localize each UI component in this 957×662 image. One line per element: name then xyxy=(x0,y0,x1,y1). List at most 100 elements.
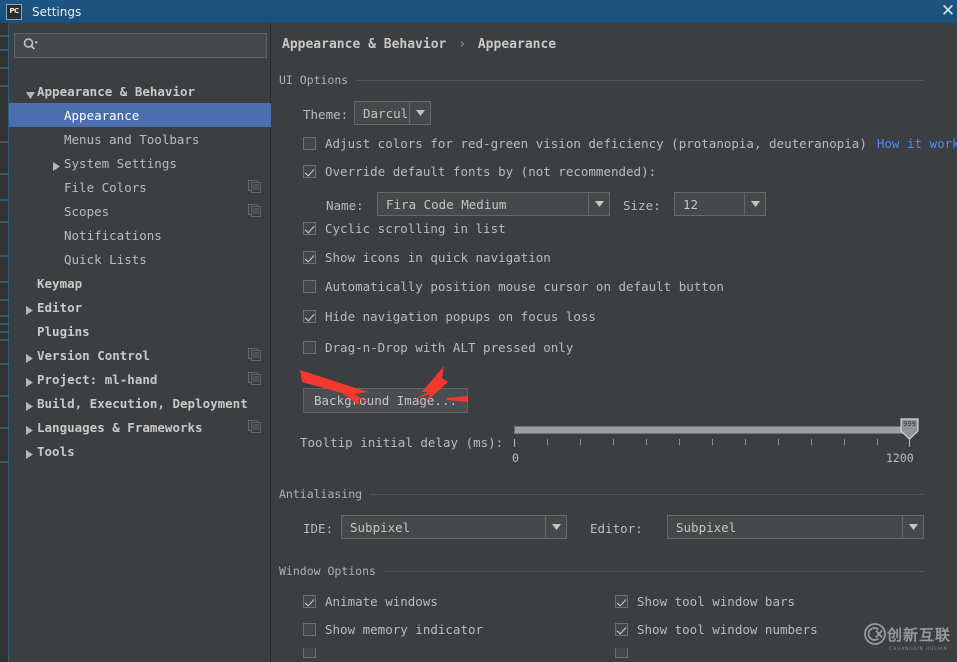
how-it-works-link[interactable]: How it works xyxy=(877,136,957,151)
group-header-window-options: Window Options xyxy=(279,564,924,578)
theme-value: Darcula xyxy=(363,105,409,121)
pycharm-icon: PC xyxy=(6,3,22,20)
title-bar: PC Settings ✕ xyxy=(0,0,957,23)
checkbox-automatically-position-mouse-cursor-on-default-button[interactable] xyxy=(303,280,316,293)
sidebar-item-appearance[interactable]: Appearance xyxy=(9,103,271,127)
watermark-cx-icon xyxy=(864,623,886,645)
window-title: Settings xyxy=(32,4,82,19)
chevron-right-icon[interactable] xyxy=(23,372,37,387)
checkbox-row-show-tool-window-bars[interactable]: Show tool window bars xyxy=(615,594,795,609)
clipped-checkbox-row-right[interactable] xyxy=(615,648,645,659)
settings-dialog: PC Settings ✕ Appearance & Behavior Appe… xyxy=(0,0,957,662)
divider xyxy=(356,79,924,81)
chevron-right-icon[interactable] xyxy=(23,348,37,363)
tooltip-delay-slider-track[interactable] xyxy=(514,426,909,434)
checkbox-show-memory-indicator[interactable] xyxy=(303,623,316,636)
checkbox-show-tool-window-bars[interactable] xyxy=(615,595,628,608)
watermark-logo: 创新互联 CHUANGXIN HULIAN xyxy=(863,622,955,660)
sidebar-item-label: Notifications xyxy=(64,227,162,243)
chevron-right-icon[interactable] xyxy=(23,444,37,459)
sidebar-item-editor[interactable]: Editor xyxy=(9,295,271,319)
checkbox-row-show-tool-window-numbers[interactable]: Show tool window numbers xyxy=(615,622,818,637)
checkbox-row-cyclic-scrolling-in-list[interactable]: Cyclic scrolling in list xyxy=(303,221,506,236)
sidebar-item-build-execution-deployment[interactable]: Build, Execution, Deployment xyxy=(9,391,271,415)
breadcrumb-parent[interactable]: Appearance & Behavior xyxy=(282,37,446,52)
checkbox-show-icons-in-quick-navigation[interactable] xyxy=(303,251,316,264)
copy-settings-icon[interactable] xyxy=(248,180,261,193)
clipped-checkbox[interactable] xyxy=(615,648,628,658)
sidebar-item-file-colors[interactable]: File Colors xyxy=(9,175,271,199)
checkbox-label: Show tool window bars xyxy=(637,594,796,609)
antialiasing-editor-combo[interactable]: Subpixel xyxy=(667,515,924,539)
sidebar-item-version-control[interactable]: Version Control xyxy=(9,343,271,367)
adjust-colors-checkbox[interactable] xyxy=(303,137,316,150)
sidebar-item-scopes[interactable]: Scopes xyxy=(9,199,271,223)
copy-settings-icon[interactable] xyxy=(248,372,261,385)
antialiasing-ide-combo[interactable]: Subpixel xyxy=(341,515,567,539)
copy-settings-icon[interactable] xyxy=(248,348,261,361)
sidebar-item-plugins[interactable]: Plugins xyxy=(9,319,271,343)
search-icon xyxy=(23,36,38,55)
font-name-combo[interactable]: Fira Code Medium xyxy=(377,192,610,216)
font-size-combo[interactable]: 12 xyxy=(674,192,766,216)
background-image-button[interactable]: Background Image... xyxy=(303,388,468,413)
chevron-down-icon xyxy=(744,193,765,215)
tooltip-delay-slider-thumb[interactable]: 999 xyxy=(900,418,919,440)
sidebar-item-appearance-behavior[interactable]: Appearance & Behavior xyxy=(9,79,271,103)
breadcrumb-current: Appearance xyxy=(477,37,557,52)
editor-bleed-strip xyxy=(0,23,9,662)
checkbox-cyclic-scrolling-in-list[interactable] xyxy=(303,222,316,235)
sidebar-item-label: Menus and Toolbars xyxy=(64,131,200,147)
checkbox-row-automatically-position-mouse-cursor-on-default-button[interactable]: Automatically position mouse cursor on d… xyxy=(303,279,724,294)
group-header-antialiasing: Antialiasing xyxy=(279,487,924,501)
checkbox-animate-windows[interactable] xyxy=(303,595,316,608)
close-icon[interactable]: ✕ xyxy=(937,2,957,20)
antialiasing-ide-label: IDE: xyxy=(303,521,334,536)
settings-tree: Appearance & Behavior Appearance Menus and… xyxy=(9,79,271,463)
override-fonts-checkbox[interactable] xyxy=(303,165,316,178)
search-input[interactable] xyxy=(38,37,266,54)
checkbox-row-animate-windows[interactable]: Animate windows xyxy=(303,594,438,609)
checkbox-row-show-icons-in-quick-navigation[interactable]: Show icons in quick navigation xyxy=(303,250,551,265)
theme-combo[interactable]: Darcula xyxy=(354,101,431,125)
chevron-down-icon[interactable] xyxy=(23,84,37,99)
tooltip-delay-label: Tooltip initial delay (ms): xyxy=(300,435,504,450)
sidebar-item-label: Appearance xyxy=(64,107,140,123)
font-name-label: Name: xyxy=(326,198,364,213)
sidebar-item-tools[interactable]: Tools xyxy=(9,439,271,463)
chevron-right-icon[interactable] xyxy=(23,396,37,411)
chevron-right-icon[interactable] xyxy=(23,420,37,435)
chevron-down-icon xyxy=(902,516,923,538)
override-fonts-row[interactable]: Override default fonts by (not recommend… xyxy=(303,164,656,179)
group-header-ui-options: UI Options xyxy=(279,73,924,87)
sidebar-item-label: Tools xyxy=(37,443,75,459)
copy-settings-icon[interactable] xyxy=(248,420,261,433)
checkbox-row-hide-navigation-popups-on-focus-loss[interactable]: Hide navigation popups on focus loss xyxy=(303,309,596,324)
sidebar-item-notifications[interactable]: Notifications xyxy=(9,223,271,247)
chevron-down-icon xyxy=(545,516,566,538)
chevron-right-icon[interactable] xyxy=(23,300,37,315)
sidebar-item-project-ml-hand[interactable]: Project: ml-hand xyxy=(9,367,271,391)
checkbox-show-tool-window-numbers[interactable] xyxy=(615,623,628,636)
clipped-checkbox-row-left[interactable] xyxy=(303,648,333,659)
checkbox-row-show-memory-indicator[interactable]: Show memory indicator xyxy=(303,622,483,637)
checkbox-row-drag-n-drop-with-alt-pressed-only[interactable]: Drag-n-Drop with ALT pressed only xyxy=(303,340,573,355)
override-fonts-label: Override default fonts by (not recommend… xyxy=(325,164,657,179)
sidebar-item-keymap[interactable]: Keymap xyxy=(9,271,271,295)
search-field[interactable] xyxy=(14,33,267,58)
checkbox-hide-navigation-popups-on-focus-loss[interactable] xyxy=(303,310,316,323)
sidebar-item-quick-lists[interactable]: Quick Lists xyxy=(9,247,271,271)
sidebar-item-menus-and-toolbars[interactable]: Menus and Toolbars xyxy=(9,127,271,151)
antialiasing-editor-value: Subpixel xyxy=(676,519,737,535)
adjust-colors-row[interactable]: Adjust colors for red-green vision defic… xyxy=(303,136,957,151)
sidebar-item-languages-frameworks[interactable]: Languages & Frameworks xyxy=(9,415,271,439)
chevron-right-icon[interactable] xyxy=(50,156,64,171)
settings-main-panel: Appearance & Behavior › Appearance UI Op… xyxy=(272,23,957,662)
checkbox-drag-n-drop-with-alt-pressed-only[interactable] xyxy=(303,341,316,354)
copy-settings-icon[interactable] xyxy=(248,204,261,217)
sidebar-item-system-settings[interactable]: System Settings xyxy=(9,151,271,175)
clipped-checkbox[interactable] xyxy=(303,648,316,658)
